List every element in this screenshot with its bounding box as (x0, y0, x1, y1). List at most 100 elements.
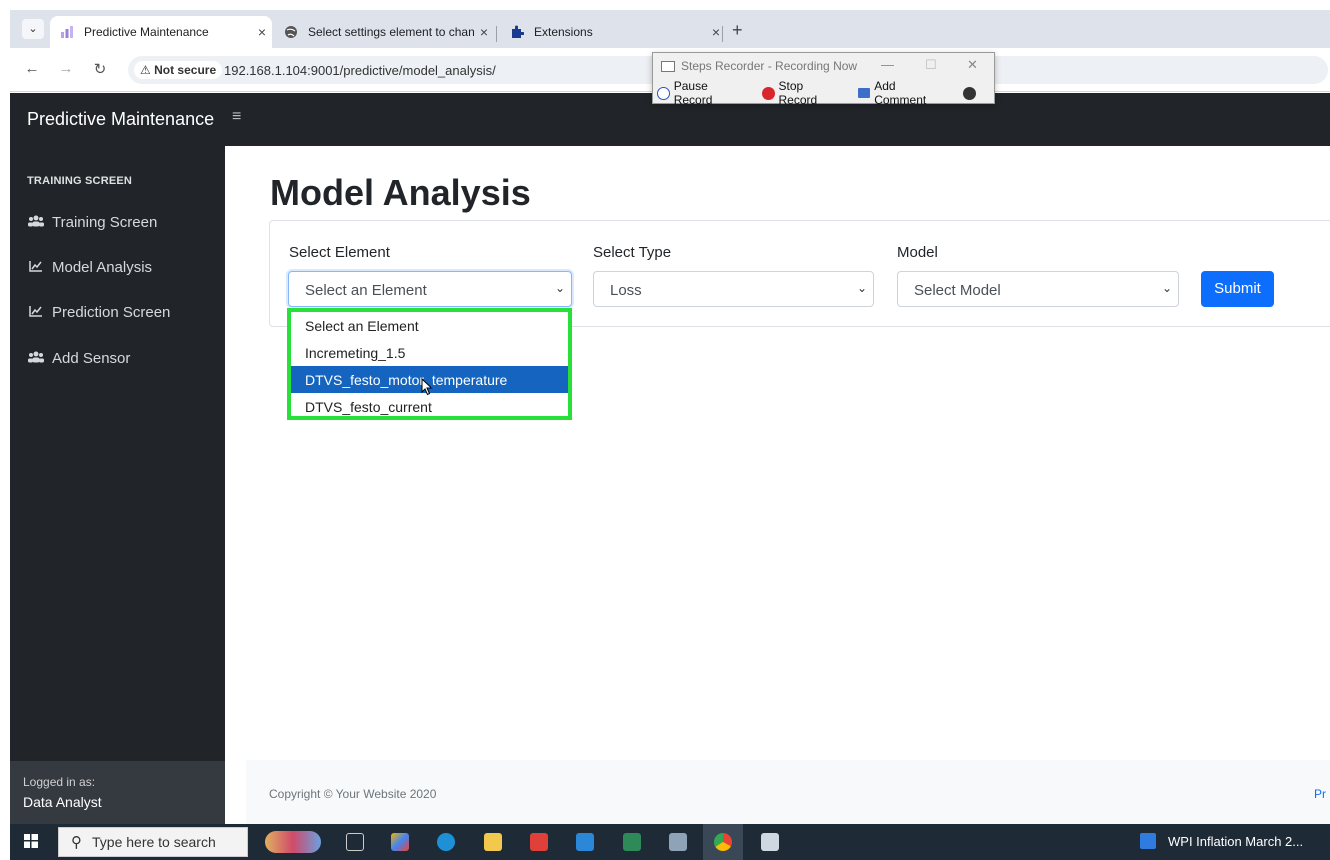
model-dropdown[interactable]: Select Model ⌄ (897, 271, 1179, 307)
sidebar-item-label: Prediction Screen (52, 304, 171, 321)
search-icon: ⚲ (71, 834, 82, 851)
select-element-dropdown[interactable]: Select an Element ⌄ (288, 271, 572, 307)
git-app-icon[interactable] (530, 833, 548, 851)
submit-button[interactable]: Submit (1201, 271, 1274, 307)
taskbar-search-input[interactable]: ⚲ Type here to search (58, 827, 248, 857)
url-text: 192.168.1.104:9001/predictive/model_anal… (224, 63, 496, 78)
logged-in-label: Logged in as: (23, 775, 96, 789)
steps-recorder-window[interactable]: Steps Recorder - Recording Now — ☐ ✕ Pau… (652, 52, 995, 107)
bar-chart-favicon-icon (60, 25, 74, 39)
model-label: Model (897, 244, 938, 261)
chevron-down-icon: ⌄ (856, 281, 867, 295)
select-element-value: Select an Element (305, 282, 427, 299)
maximize-icon[interactable]: ☐ (925, 57, 937, 73)
forward-arrow-icon[interactable]: → (56, 60, 76, 77)
sidebar-item-prediction-screen[interactable]: Prediction Screen (27, 304, 170, 321)
tab-title: Select settings element to chan (308, 25, 474, 39)
screen-left-edge (0, 0, 10, 860)
select-type-dropdown[interactable]: Loss ⌄ (593, 271, 874, 307)
sidebar-toggle-icon[interactable]: ≡ (232, 108, 241, 126)
globe-icon (284, 25, 298, 39)
sidebar-item-label: Add Sensor (52, 350, 131, 367)
footer-link[interactable]: Pr (1314, 787, 1326, 801)
chrome-icon[interactable] (714, 833, 732, 851)
chevron-down-icon: ⌄ (1161, 281, 1172, 295)
stop-record-button[interactable]: Stop Record (761, 79, 844, 107)
select-element-label: Select Element (289, 244, 390, 261)
model-value: Select Model (914, 282, 1001, 299)
puzzle-piece-icon (510, 25, 524, 39)
paint-palette-icon[interactable] (265, 831, 321, 853)
help-button[interactable] (963, 86, 980, 100)
page-footer: Copyright © Your Website 2020 Pr (246, 760, 1330, 824)
stop-icon (761, 86, 775, 100)
edge-browser-icon[interactable] (437, 833, 455, 851)
tab-search-chevron-icon[interactable]: ⌄ (22, 19, 44, 39)
reload-icon[interactable]: ↻ (90, 60, 110, 78)
window-close-icon[interactable]: ✕ (967, 57, 978, 73)
pause-icon (657, 86, 670, 100)
tab-title: Extensions (534, 25, 593, 39)
comment-icon (857, 88, 871, 98)
select-type-label: Select Type (593, 244, 672, 261)
logged-in-user: Data Analyst (23, 794, 102, 810)
chevron-down-icon: ⌄ (554, 281, 565, 295)
users-icon (27, 351, 45, 366)
tab-select-settings[interactable]: Select settings element to chan × (274, 16, 494, 48)
tab-predictive-maintenance[interactable]: Predictive Maintenance × (50, 16, 272, 48)
select-type-value: Loss (610, 282, 642, 299)
minimize-icon[interactable]: — (881, 57, 894, 72)
task-view-icon[interactable] (346, 833, 364, 851)
tab-close-icon[interactable]: × (474, 24, 494, 40)
vscode-icon[interactable] (576, 833, 594, 851)
warning-triangle-icon: ⚠ (140, 63, 151, 77)
copilot-icon[interactable] (391, 833, 409, 851)
tab-close-icon[interactable]: × (706, 24, 726, 40)
chart-area-icon (27, 260, 45, 275)
not-secure-badge[interactable]: ⚠ Not secure (134, 61, 223, 79)
option-dtvs-festo-current[interactable]: DTVS_festo_current (291, 393, 568, 420)
windows-taskbar: ⚲ Type here to search WPI Inflation Marc… (10, 824, 1330, 860)
pause-record-button[interactable]: Pause Record (657, 79, 748, 107)
taskbar-window-title: WPI Inflation March 2... (1168, 833, 1304, 849)
sidebar-item-label: Model Analysis (52, 259, 153, 276)
application-icon[interactable] (669, 833, 687, 851)
sidebar: TRAINING SCREEN Training Screen Model An… (10, 146, 225, 824)
copyright-text: Copyright © Your Website 2020 (269, 787, 437, 801)
recorder-titlebar: Steps Recorder - Recording Now (661, 59, 857, 73)
recorder-app-icon (661, 60, 675, 72)
tab-separator (722, 26, 723, 42)
new-tab-button[interactable]: + (732, 20, 743, 41)
recorder-toolbar: Pause Record Stop Record Add Comment (657, 79, 994, 107)
app-brand[interactable]: Predictive Maintenance (27, 109, 214, 130)
back-arrow-icon[interactable]: ← (22, 60, 42, 77)
users-icon (27, 215, 45, 230)
sidebar-footer: Logged in as: Data Analyst (10, 761, 225, 824)
tab-close-icon[interactable]: × (252, 24, 272, 40)
taskbar-open-window[interactable]: WPI Inflation March 2... (1140, 833, 1303, 849)
tab-extensions[interactable]: Extensions × (500, 16, 726, 48)
screen-top-edge (0, 0, 1330, 10)
sidebar-item-add-sensor[interactable]: Add Sensor (27, 350, 130, 367)
mouse-cursor-icon (421, 378, 433, 396)
app-window-icon (1140, 833, 1156, 849)
windows-start-icon[interactable] (24, 834, 38, 851)
recorder-title: Steps Recorder - Recording Now (681, 59, 858, 73)
sidebar-item-label: Training Screen (52, 214, 158, 231)
sidebar-heading: TRAINING SCREEN (27, 175, 133, 187)
steps-recorder-taskbar-icon[interactable] (761, 833, 779, 851)
image-viewer-icon[interactable] (623, 833, 641, 851)
taskbar-search-placeholder: Type here to search (92, 834, 216, 850)
page-title: Model Analysis (270, 172, 531, 213)
tab-separator (496, 26, 497, 42)
add-comment-button[interactable]: Add Comment (857, 79, 949, 107)
option-incremeting[interactable]: Incremeting_1.5 (291, 339, 568, 366)
sidebar-item-model-analysis[interactable]: Model Analysis (27, 259, 152, 276)
sidebar-item-training-screen[interactable]: Training Screen (27, 214, 157, 231)
help-icon (963, 86, 976, 100)
tab-title: Predictive Maintenance (84, 25, 209, 39)
element-options-list: Select an Element Incremeting_1.5 DTVS_f… (287, 308, 572, 420)
option-select-an-element[interactable]: Select an Element (291, 312, 568, 339)
browser-tab-strip: ⌄ Predictive Maintenance × Select settin… (10, 10, 1330, 48)
file-explorer-icon[interactable] (484, 833, 502, 851)
